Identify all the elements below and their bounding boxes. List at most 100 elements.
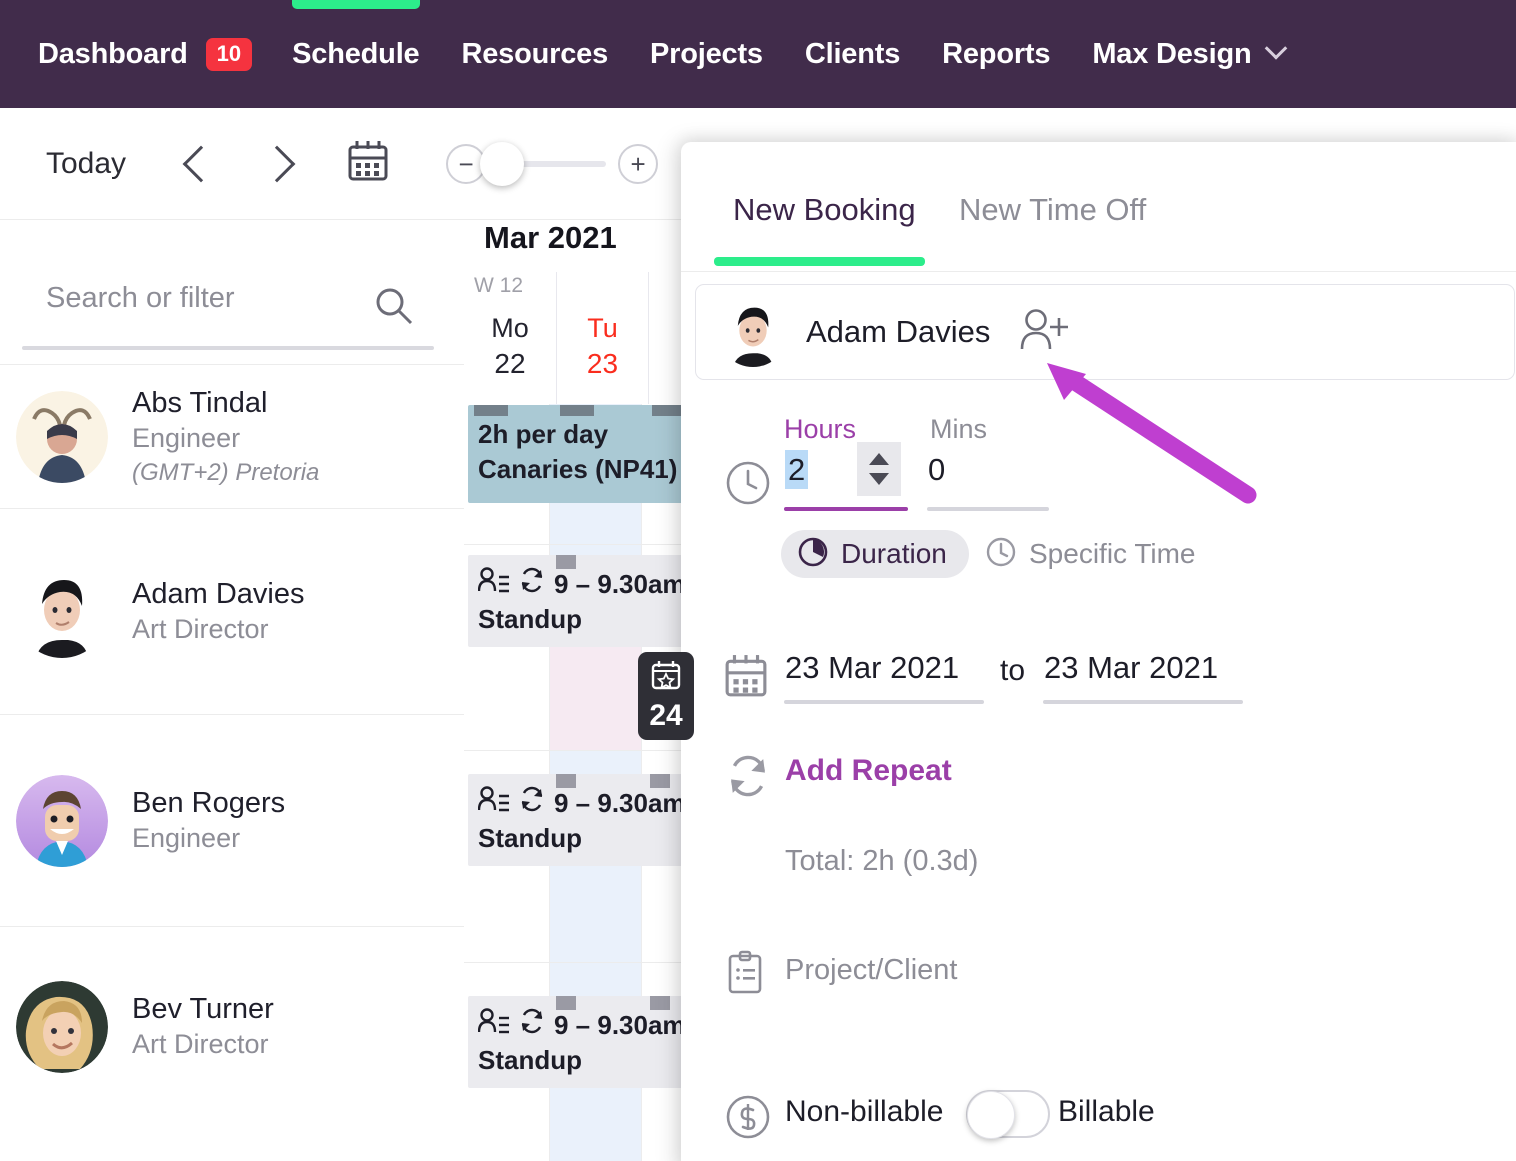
mins-input[interactable]: 0 — [928, 452, 945, 488]
nav-item-list: Dashboard 10 Schedule Resources Projects… — [0, 0, 1326, 108]
chevron-down-icon — [1265, 37, 1288, 60]
people-icon — [477, 786, 510, 821]
mins-underline — [927, 507, 1049, 511]
day-tooltip-value: 24 — [649, 699, 683, 732]
mode-duration-button[interactable]: Duration — [781, 530, 969, 578]
resize-handle[interactable] — [650, 774, 670, 788]
day-number-label: 22 — [494, 347, 526, 379]
search-underline — [22, 346, 434, 350]
calendar-icon[interactable] — [725, 654, 767, 703]
people-icon — [477, 567, 510, 602]
account-menu[interactable]: Max Design — [1092, 0, 1288, 108]
project-client-field[interactable]: Project/Client — [785, 954, 957, 987]
search-container — [0, 220, 464, 364]
tab-new-booking[interactable]: New Booking — [733, 192, 916, 228]
chevron-right-icon[interactable] — [258, 145, 296, 182]
resize-handle[interactable] — [560, 405, 594, 416]
mode-specific-time-button[interactable]: Specific Time — [969, 530, 1218, 578]
tab-new-time-off[interactable]: New Time Off — [959, 192, 1146, 228]
new-booking-panel: New Booking New Time Off Adam Davies Hou… — [681, 142, 1516, 1161]
date-range-separator: to — [1000, 654, 1026, 687]
chevron-left-icon[interactable] — [182, 145, 220, 182]
hours-input[interactable]: 2 — [785, 450, 809, 489]
avatar — [16, 774, 108, 867]
billable-toggle-knob[interactable] — [967, 1091, 1015, 1139]
person-role: Engineer — [132, 823, 241, 854]
booking-person-card[interactable]: Adam Davies — [695, 284, 1515, 380]
people-icon — [477, 1008, 510, 1043]
zoom-slider[interactable] — [480, 141, 607, 186]
nav-item-label: Resources — [461, 37, 609, 70]
calendar-day-header-today[interactable]: Tu 23 — [556, 272, 648, 404]
resize-handle[interactable] — [556, 774, 576, 788]
add-person-icon[interactable] — [1018, 307, 1072, 358]
clock-icon — [985, 536, 1017, 573]
person-role: Engineer — [132, 423, 241, 454]
list-item[interactable]: Ben Rogers Engineer — [0, 714, 464, 926]
nav-item-label: Clients — [804, 37, 901, 70]
selected-cell[interactable] — [550, 636, 641, 750]
nav-item-label: Schedule — [292, 37, 420, 70]
person-role: Art Director — [132, 614, 269, 645]
resize-handle[interactable] — [556, 555, 576, 569]
mode-duration-label: Duration — [841, 538, 947, 569]
non-billable-label[interactable]: Non-billable — [785, 1095, 943, 1129]
person-name: Ben Rogers — [132, 786, 286, 819]
list-item[interactable]: Abs Tindal Engineer (GMT+2) Pretoria — [0, 364, 464, 508]
nav-item-dashboard[interactable]: Dashboard — [38, 0, 188, 108]
nav-item-label: Projects — [650, 37, 763, 70]
zoom-slider-handle[interactable] — [480, 141, 525, 186]
today-button[interactable]: Today — [46, 147, 126, 181]
updown-spinner-icon[interactable] — [857, 442, 901, 496]
panel-tabs: New Booking New Time Off — [681, 142, 1516, 272]
repeat-icon — [519, 567, 545, 602]
day-of-week-label: Mo — [491, 313, 529, 343]
search-input[interactable] — [46, 282, 386, 315]
total-label: Total: 2h (0.3d) — [785, 845, 979, 877]
resize-handle[interactable] — [556, 996, 576, 1010]
start-date-input[interactable]: 23 Mar 2021 — [785, 650, 959, 686]
calendar-icon[interactable] — [348, 140, 388, 187]
resize-handle[interactable] — [474, 405, 508, 416]
calendar-day-header[interactable]: W 12 Mo 22 — [464, 272, 556, 404]
resource-sidebar: Abs Tindal Engineer (GMT+2) Pretoria Ada… — [0, 220, 464, 1161]
zoom-in-button[interactable]: + — [618, 143, 659, 184]
day-of-week-label: Tu — [587, 313, 618, 343]
repeat-icon — [519, 1008, 545, 1043]
billable-label[interactable]: Billable — [1058, 1095, 1155, 1129]
hours-underline — [784, 507, 908, 511]
start-date-underline — [784, 700, 984, 704]
nav-item-label: Dashboard — [38, 37, 188, 70]
clock-icon — [725, 460, 771, 511]
account-menu-label: Max Design — [1092, 37, 1252, 70]
repeat-icon[interactable] — [725, 754, 771, 803]
nav-item-clients[interactable]: Clients — [805, 0, 900, 108]
person-name: Bev Turner — [132, 992, 274, 1025]
active-tab-indicator — [292, 0, 420, 9]
nav-item-schedule[interactable]: Schedule — [292, 0, 420, 108]
end-date-input[interactable]: 23 Mar 2021 — [1044, 650, 1218, 686]
clipboard-icon[interactable] — [725, 950, 765, 1001]
list-item[interactable]: Adam Davies Art Director — [0, 508, 464, 714]
day-number-label: 23 — [586, 347, 619, 379]
billable-toggle[interactable] — [966, 1090, 1050, 1139]
list-item[interactable]: Bev Turner Art Director — [0, 926, 464, 1126]
nav-item-resources[interactable]: Resources — [462, 0, 609, 108]
end-date-underline — [1043, 700, 1243, 704]
search-icon[interactable] — [374, 286, 414, 331]
hours-label: Hours — [784, 414, 857, 444]
resize-handle[interactable] — [650, 996, 670, 1010]
person-name: Adam Davies — [132, 577, 305, 610]
nav-item-projects[interactable]: Projects — [650, 0, 763, 108]
mins-value: 0 — [928, 452, 946, 487]
mode-specific-time-label: Specific Time — [1029, 538, 1196, 569]
nav-item-reports[interactable]: Reports — [942, 0, 1050, 108]
pie-icon — [797, 536, 829, 573]
week-number-label: W 12 — [474, 274, 524, 297]
person-timezone: (GMT+2) Pretoria — [132, 458, 320, 486]
nav-item-label: Reports — [942, 37, 1051, 70]
avatar — [16, 980, 108, 1073]
hours-value: 2 — [785, 450, 809, 489]
booking-person-name: Adam Davies — [806, 314, 991, 349]
add-repeat-button[interactable]: Add Repeat — [785, 754, 952, 788]
